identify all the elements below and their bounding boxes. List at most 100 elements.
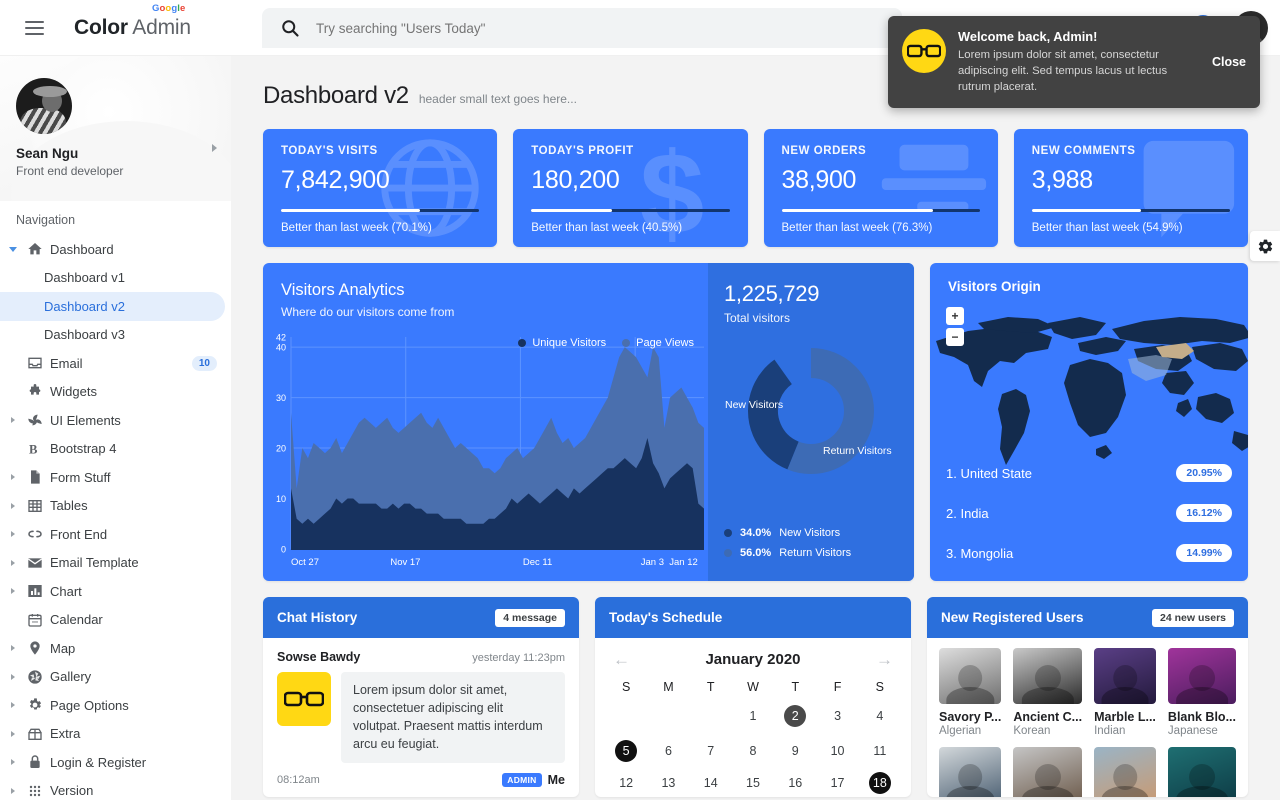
chevron-right-icon[interactable]	[6, 588, 20, 595]
calendar-day[interactable]: 10	[816, 735, 858, 767]
chevron-right-icon[interactable]	[6, 730, 20, 737]
user-card[interactable]: Savory P... Algerian	[939, 648, 1002, 737]
user-avatar	[939, 747, 1002, 797]
stat-card-new-comments[interactable]: NEW COMMENTS 3,988 Better than last week (…	[1013, 129, 1248, 247]
stat-card-today-s-visits[interactable]: TODAY'S VISITS 7,842,900 Better than last …	[263, 129, 498, 247]
calendar-day[interactable]: 2	[774, 700, 816, 735]
sidebar-item-login-register[interactable]: Login & Register	[0, 748, 231, 777]
user-card[interactable]: Ancient C... Korean	[1013, 648, 1083, 737]
zoom-in-button[interactable]: +	[946, 307, 964, 325]
calendar-day[interactable]: 4	[859, 700, 901, 735]
origin-country: 3. Mongolia	[946, 545, 1014, 561]
chat-message-meta: Sowse Bawdy yesterday 11:23pm	[277, 650, 565, 664]
sidebar-item-map[interactable]: Map	[0, 634, 231, 663]
sidebar-item-front-end[interactable]: Front End	[0, 520, 231, 549]
calendar-dow: M	[663, 680, 674, 694]
chevron-right-icon[interactable]	[6, 673, 20, 680]
sidebar-item-email[interactable]: Email 10	[0, 349, 231, 378]
chevron-right-icon[interactable]	[6, 759, 20, 766]
calendar-day[interactable]: 15	[732, 767, 774, 797]
calendar-day-number	[615, 705, 637, 727]
calendar-day	[647, 700, 689, 735]
legend-item-unique-visitors[interactable]: Unique Visitors	[518, 337, 606, 349]
calendar-day[interactable]: 5	[605, 735, 647, 767]
user-card[interactable]	[1013, 747, 1083, 797]
y-axis-tick: 10	[276, 494, 286, 504]
calendar-day-number: 14	[703, 776, 718, 790]
sidebar-item-extra[interactable]: Extra	[0, 720, 231, 749]
arrow-right-icon[interactable]: →	[876, 651, 893, 668]
chevron-right-icon[interactable]	[6, 502, 20, 509]
chevron-right-icon[interactable]	[6, 531, 20, 538]
stat-card-new-orders[interactable]: NEW ORDERS 38,900 Better than last week (7…	[763, 129, 998, 247]
theme-settings-button[interactable]	[1250, 231, 1280, 261]
calendar-day[interactable]: 18	[859, 767, 901, 797]
sidebar-item-gallery[interactable]: Gallery	[0, 663, 231, 692]
x-axis-tick: Nov 17	[390, 557, 420, 568]
chevron-down-icon[interactable]	[6, 246, 20, 252]
new-users-header: New Registered Users 24 new users	[927, 597, 1248, 638]
sidebar-item-page-options[interactable]: Page Options	[0, 691, 231, 720]
calendar-day[interactable]: 12	[605, 767, 647, 797]
sidebar-item-bootstrap-4[interactable]: B Bootstrap 4	[0, 435, 231, 464]
calendar-dow: S	[875, 680, 885, 694]
chevron-right-icon[interactable]	[6, 787, 20, 794]
zoom-out-button[interactable]: −	[946, 328, 964, 346]
hamburger-icon[interactable]	[6, 0, 62, 56]
calendar-day[interactable]: 9	[774, 735, 816, 767]
visitors-analytics-subtitle: Where do our visitors come from	[281, 305, 455, 319]
calendar-day[interactable]: 8	[732, 735, 774, 767]
sidebar-item-email-template[interactable]: Email Template	[0, 549, 231, 578]
chevron-right-icon[interactable]	[6, 474, 20, 481]
search-bar[interactable]	[262, 8, 902, 48]
user-card[interactable]	[1167, 747, 1236, 797]
visitors-origin-row[interactable]: 1. United State 20.95%	[946, 453, 1232, 493]
sidebar-profile[interactable]: Sean Ngu Front end developer	[0, 56, 231, 201]
calendar-day[interactable]: 7	[690, 735, 732, 767]
arrow-left-icon[interactable]: ←	[613, 651, 630, 668]
sidebar-item-ui-elements[interactable]: UI Elements	[0, 406, 231, 435]
user-card[interactable]	[939, 747, 1002, 797]
x-axis-tick: Jan 3	[641, 557, 664, 568]
sidebar-item-chart[interactable]: Chart	[0, 577, 231, 606]
user-card[interactable]	[1094, 747, 1156, 797]
close-button[interactable]: Close	[1212, 55, 1246, 69]
sidebar-item-dashboard[interactable]: Dashboard	[0, 235, 231, 264]
calendar-day[interactable]: 13	[647, 767, 689, 797]
user-card[interactable]: Marble L... Indian	[1094, 648, 1156, 737]
sidebar-item-version[interactable]: Version	[0, 777, 231, 800]
visitors-origin-row[interactable]: 3. Mongolia 14.99%	[946, 533, 1232, 573]
sidebar-subitem-dashboard-v3[interactable]: Dashboard v3	[0, 321, 231, 350]
calendar-day-number	[657, 705, 679, 727]
chevron-right-icon[interactable]	[6, 559, 20, 566]
sidebar-item-calendar[interactable]: Calendar	[0, 606, 231, 635]
calendar-day[interactable]: 6	[647, 735, 689, 767]
chevron-right-icon[interactable]	[6, 702, 20, 709]
calendar-day[interactable]: 11	[859, 735, 901, 767]
visitors-origin-row[interactable]: 2. India 16.12%	[946, 493, 1232, 533]
stat-card-today-s-profit[interactable]: $ TODAY'S PROFIT 180,200 Better than last w…	[513, 129, 748, 247]
calendar-day[interactable]: 1	[732, 700, 774, 735]
calendar-day[interactable]: 16	[774, 767, 816, 797]
stat-progress-bar	[781, 209, 980, 212]
legend-item-page-views[interactable]: Page Views	[622, 337, 694, 349]
legend-dot	[518, 339, 527, 347]
chevron-right-icon[interactable]	[6, 417, 20, 424]
search-input[interactable]	[316, 20, 902, 36]
calendar-day-number: 1	[749, 709, 757, 723]
calendar-day[interactable]: 14	[690, 767, 732, 797]
sidebar-subitem-dashboard-v2[interactable]: Dashboard v2	[0, 292, 225, 321]
chevron-right-icon[interactable]	[212, 144, 217, 152]
calendar-day[interactable]: 17	[816, 767, 858, 797]
x-axis-tick: Jan 12	[669, 557, 698, 568]
sidebar-item-widgets[interactable]: Widgets	[0, 378, 231, 407]
user-card[interactable]: Blank Blo... Japanese	[1167, 648, 1236, 737]
calendar-day[interactable]: 3	[816, 700, 858, 735]
sidebar-item-form-stuff[interactable]: Form Stuff	[0, 463, 231, 492]
sidebar-item-tables[interactable]: Tables	[0, 492, 231, 521]
brand-logo[interactable]: Google Color Admin	[74, 3, 191, 40]
profile-role: Front end developer	[16, 164, 124, 178]
sidebar-subitem-dashboard-v1[interactable]: Dashboard v1	[0, 264, 231, 293]
fan-icon	[20, 412, 50, 428]
chevron-right-icon[interactable]	[6, 645, 20, 652]
